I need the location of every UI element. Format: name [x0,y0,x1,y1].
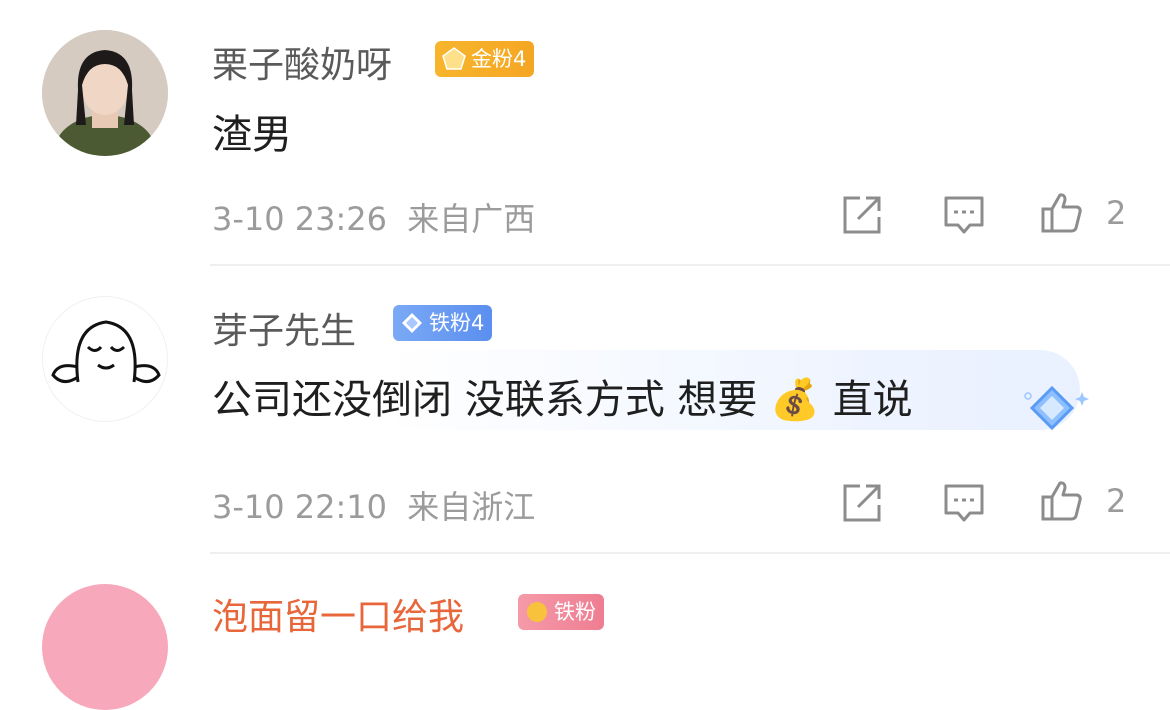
badge-label: 铁粉 [554,600,596,624]
username[interactable]: 泡面留一口给我 [212,588,464,640]
avatar[interactable] [42,584,168,710]
comment-item: 泡面留一口给我 铁粉 [0,0,1170,710]
crown-fan-icon [527,602,547,622]
fan-badge[interactable]: 铁粉 [518,594,604,630]
